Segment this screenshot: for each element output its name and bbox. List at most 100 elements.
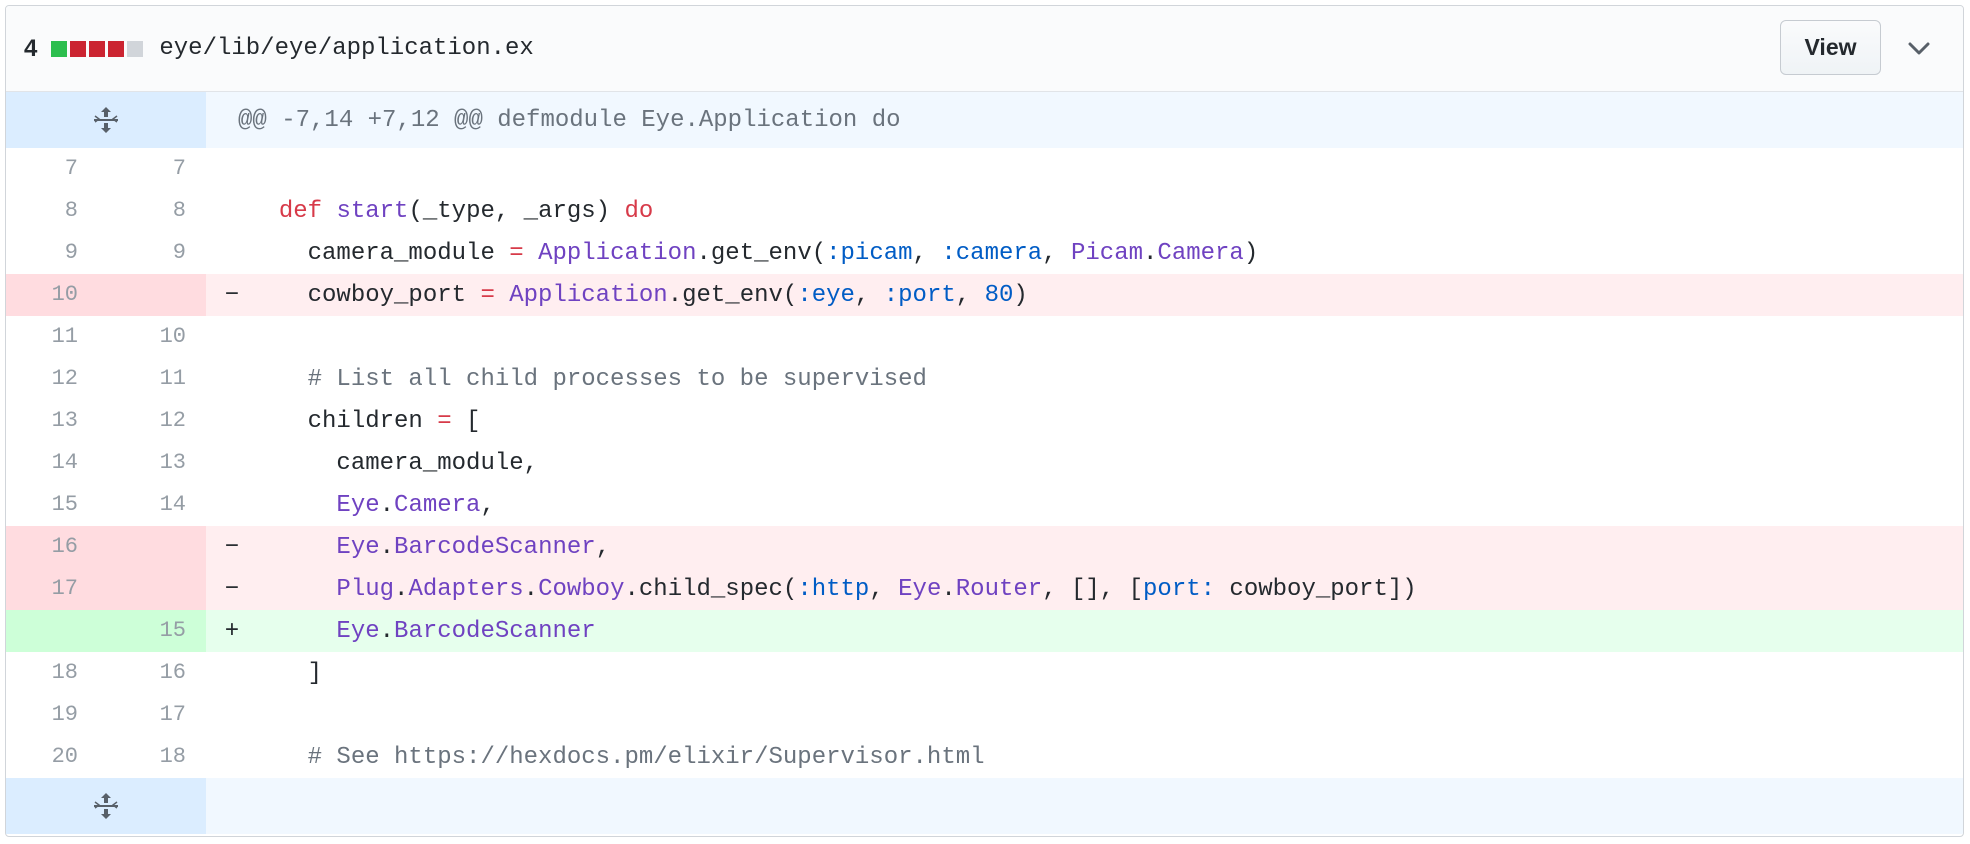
diff-line: 13 12 children = [ — [6, 400, 1963, 442]
new-line-number[interactable]: 18 — [106, 736, 206, 778]
code-token: . — [379, 491, 395, 519]
code-content: children = [ — [250, 407, 481, 435]
code-token: . — [394, 575, 409, 603]
code-token: :eye — [797, 281, 855, 309]
code-token: Application — [538, 239, 697, 267]
code-token: [ — [451, 407, 481, 435]
code-token: Plug — [336, 575, 395, 603]
code-token: .get_env( — [696, 239, 827, 267]
new-line-number[interactable]: 11 — [106, 358, 206, 400]
diff-marker: + — [224, 617, 240, 645]
old-line-number[interactable]: 15 — [6, 484, 106, 526]
code-token: cowboy_port]) — [1215, 575, 1417, 603]
diff-marker: − — [224, 281, 240, 309]
code-token: :picam — [826, 239, 913, 267]
diff-line: 20 18 # See https://hexdocs.pm/elixir/Sup… — [6, 736, 1963, 778]
diff-line: 11 10 — [6, 316, 1963, 358]
new-line-number[interactable] — [106, 274, 206, 316]
old-line-number[interactable]: 18 — [6, 652, 106, 694]
new-line-number[interactable]: 17 — [106, 694, 206, 736]
old-line-number[interactable]: 14 — [6, 442, 106, 484]
new-line-number[interactable]: 9 — [106, 232, 206, 274]
code-token: cowboy_port — [250, 281, 481, 309]
diff-line: 15 + Eye.BarcodeScanner — [6, 610, 1963, 652]
old-line-number[interactable]: 8 — [6, 190, 106, 232]
code-token: Cowboy — [538, 575, 625, 603]
code-token: Adapters — [408, 575, 524, 603]
code-token: ] — [250, 659, 323, 687]
code-content: Plug.Adapters.Cowboy.child_spec(:http, E… — [250, 575, 1417, 603]
code-token: Camera — [394, 491, 481, 519]
diff-line: 10 − cowboy_port = Application.get_env(:e… — [6, 274, 1963, 316]
code-content: camera_module = Application.get_env(:pic… — [250, 239, 1259, 267]
old-line-number[interactable]: 19 — [6, 694, 106, 736]
code-token: ) — [1243, 239, 1259, 267]
code-token: Camera — [1157, 239, 1244, 267]
code-token: Eye — [336, 533, 380, 561]
diffstat-square — [51, 40, 68, 57]
new-line-number[interactable]: 8 — [106, 190, 206, 232]
code-token: Application — [509, 281, 668, 309]
old-line-number[interactable]: 17 — [6, 568, 106, 610]
code-token: , — [854, 281, 884, 309]
old-line-number[interactable]: 20 — [6, 736, 106, 778]
file-header: 4 eye/lib/eye/application.ex View — [6, 6, 1963, 92]
old-line-number[interactable]: 13 — [6, 400, 106, 442]
new-line-number[interactable]: 16 — [106, 652, 206, 694]
diff-line: 14 13 camera_module, — [6, 442, 1963, 484]
code-token: BarcodeScanner — [394, 533, 596, 561]
code-token: Picam — [1071, 239, 1144, 267]
code-token: , [], [ — [1042, 575, 1144, 603]
new-line-number[interactable]: 7 — [106, 148, 206, 190]
code-token: :http — [797, 575, 870, 603]
code-token: .get_env( — [667, 281, 798, 309]
new-line-number[interactable]: 14 — [106, 484, 206, 526]
new-line-number[interactable]: 15 — [106, 610, 206, 652]
diffstat-square — [127, 40, 144, 57]
expand-row — [6, 778, 1963, 834]
code-token: , — [869, 575, 899, 603]
code-token: . — [379, 617, 395, 645]
code-token: Router — [955, 575, 1043, 603]
diff-marker: − — [224, 533, 240, 561]
new-line-number[interactable] — [106, 568, 206, 610]
new-line-number[interactable]: 13 — [106, 442, 206, 484]
old-line-number[interactable]: 11 — [6, 316, 106, 358]
code-token: . — [379, 533, 395, 561]
new-line-number[interactable] — [106, 526, 206, 568]
code-content: Eye.BarcodeScanner — [250, 617, 596, 645]
diff-table: @@ -7,14 +7,12 @@ defmodule Eye.Applicat… — [6, 92, 1963, 834]
new-line-number[interactable]: 10 — [106, 316, 206, 358]
old-line-number[interactable] — [6, 610, 106, 652]
code-token: , — [912, 239, 942, 267]
diffstat-square — [70, 40, 87, 57]
code-token: port: — [1143, 575, 1216, 603]
code-token: . — [1143, 239, 1158, 267]
code-token: BarcodeScanner — [394, 617, 596, 645]
old-line-number[interactable]: 12 — [6, 358, 106, 400]
code-content: # List all child processes to be supervi… — [250, 366, 927, 393]
code-token: (_type, _args) — [408, 197, 625, 225]
code-content: # See https://hexdocs.pm/elixir/Supervis… — [250, 744, 985, 771]
new-line-number[interactable]: 12 — [106, 400, 206, 442]
diffstat — [51, 40, 144, 57]
diff-line: 88 def start(_type, _args) do — [6, 190, 1963, 232]
old-line-number[interactable]: 16 — [6, 526, 106, 568]
code-content: camera_module, — [250, 450, 538, 477]
file-path[interactable]: eye/lib/eye/application.ex — [159, 35, 533, 62]
old-line-number[interactable]: 7 — [6, 148, 106, 190]
code-token: = — [509, 239, 524, 267]
diff-line: 16 − Eye.BarcodeScanner, — [6, 526, 1963, 568]
expand-icon[interactable] — [6, 92, 206, 148]
view-button[interactable]: View — [1780, 20, 1881, 75]
old-line-number[interactable]: 9 — [6, 232, 106, 274]
old-line-number[interactable]: 10 — [6, 274, 106, 316]
code-token: camera_module — [250, 239, 510, 267]
code-token: :camera — [941, 239, 1043, 267]
chevron-down-icon[interactable] — [1904, 34, 1934, 64]
expand-icon[interactable] — [6, 778, 206, 834]
